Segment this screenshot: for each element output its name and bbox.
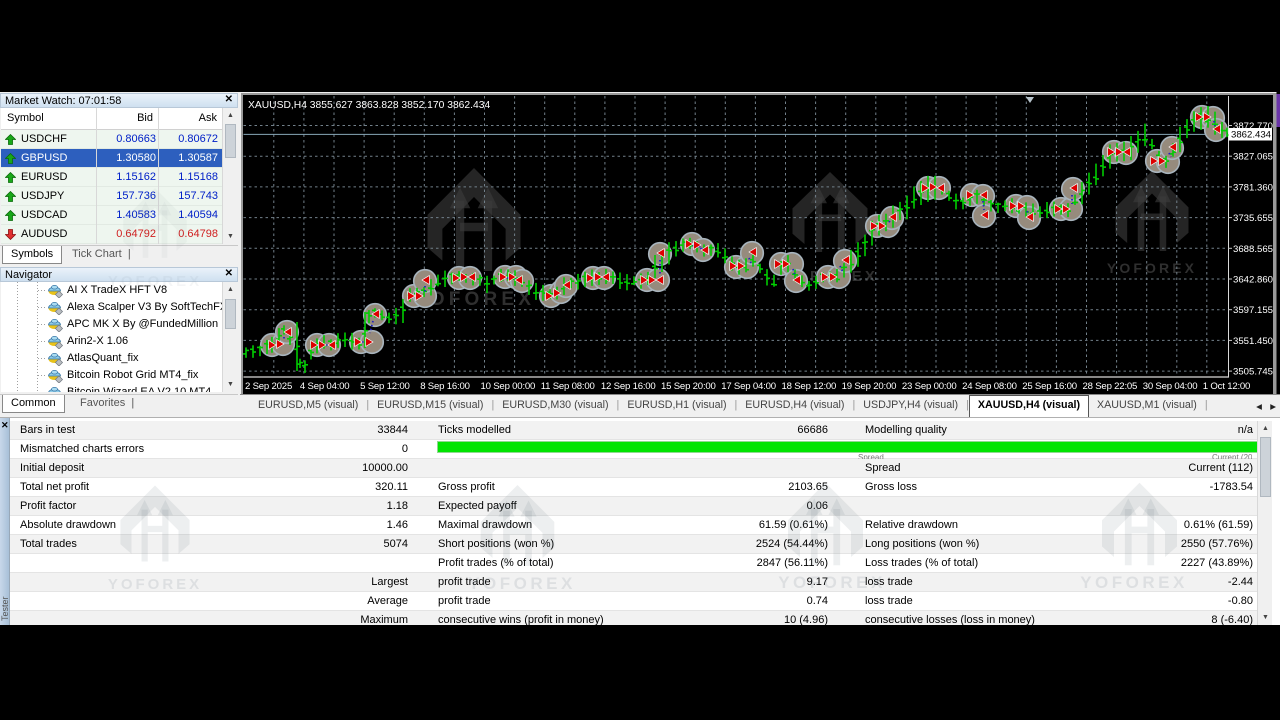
svg-text:3597.155: 3597.155 bbox=[1233, 305, 1273, 316]
svg-text:19 Sep 20:00: 19 Sep 20:00 bbox=[842, 381, 897, 392]
svg-text:28 Sep 22:05: 28 Sep 22:05 bbox=[1083, 381, 1138, 392]
svg-text:1 Oct 12:00: 1 Oct 12:00 bbox=[1203, 381, 1250, 392]
svg-text:3505.745: 3505.745 bbox=[1233, 367, 1273, 378]
svg-text:YOFOREX: YOFOREX bbox=[1107, 260, 1197, 276]
svg-text:4 Sep 04:00: 4 Sep 04:00 bbox=[300, 381, 350, 392]
svg-text:11 Sep 08:00: 11 Sep 08:00 bbox=[541, 381, 595, 392]
svg-text:3688.565: 3688.565 bbox=[1233, 244, 1273, 255]
svg-text:3827.065: 3827.065 bbox=[1233, 152, 1273, 163]
svg-text:2 Sep 2025: 2 Sep 2025 bbox=[245, 381, 292, 392]
svg-text:8 Sep 16:00: 8 Sep 16:00 bbox=[420, 381, 470, 392]
svg-text:18 Sep 12:00: 18 Sep 12:00 bbox=[782, 381, 837, 392]
svg-text:30 Sep 04:00: 30 Sep 04:00 bbox=[1143, 381, 1198, 392]
svg-text:3735.655: 3735.655 bbox=[1233, 213, 1273, 224]
svg-text:23 Sep 00:00: 23 Sep 00:00 bbox=[902, 381, 957, 392]
svg-text:5 Sep 12:00: 5 Sep 12:00 bbox=[360, 381, 410, 392]
svg-text:24 Sep 08:00: 24 Sep 08:00 bbox=[962, 381, 1017, 392]
svg-text:10 Sep 00:00: 10 Sep 00:00 bbox=[481, 381, 536, 392]
svg-text:17 Sep 04:00: 17 Sep 04:00 bbox=[721, 381, 776, 392]
svg-text:15 Sep 20:00: 15 Sep 20:00 bbox=[661, 381, 716, 392]
svg-text:3642.860: 3642.860 bbox=[1233, 275, 1273, 286]
svg-text:3781.360: 3781.360 bbox=[1233, 182, 1273, 193]
svg-text:3551.450: 3551.450 bbox=[1233, 336, 1273, 347]
svg-text:3862.434: 3862.434 bbox=[1231, 130, 1272, 141]
svg-text:XAUUSD,H4 3855.627 3863.828 3: XAUUSD,H4 3855.627 3863.828 3852.170 386… bbox=[248, 100, 490, 111]
svg-text:12 Sep 16:00: 12 Sep 16:00 bbox=[601, 381, 656, 392]
svg-text:25 Sep 16:00: 25 Sep 16:00 bbox=[1022, 381, 1077, 392]
